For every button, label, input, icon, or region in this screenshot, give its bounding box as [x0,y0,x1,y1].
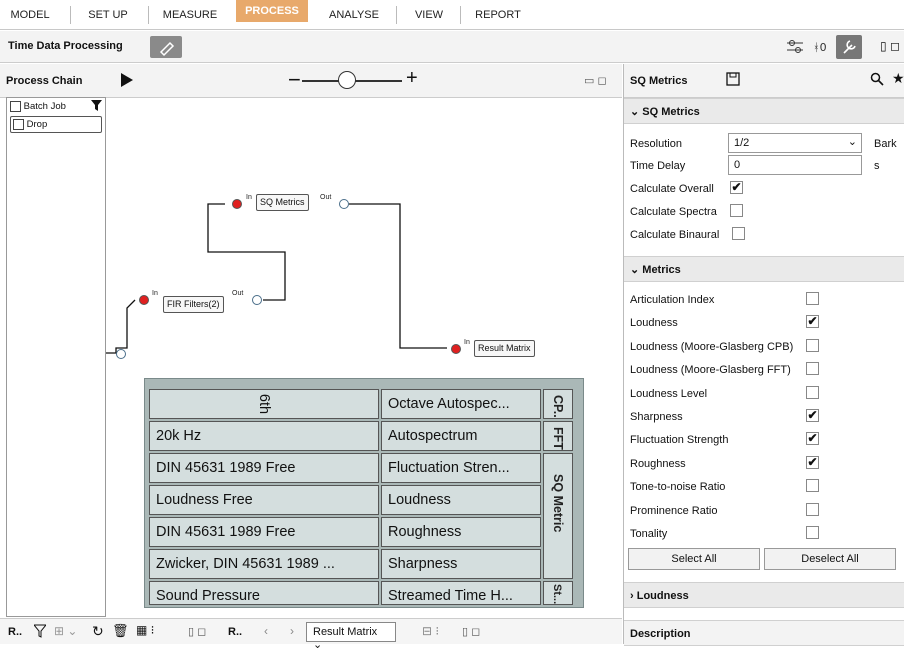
port-out-label: Out [232,290,244,297]
pane-restore-icon[interactable]: ▯ ◻ [188,625,206,638]
pin-icon[interactable]: ★ [892,70,904,87]
section-metrics[interactable]: ⌄ Metrics [624,256,904,282]
fir-filters-node[interactable]: FIR Filters(2) [163,296,224,313]
metric-checkbox[interactable]: ✔ [806,315,819,329]
grid-settings-icon[interactable]: ⊞ ⌄ [54,624,77,638]
next-icon[interactable]: › [290,624,294,638]
metric-checkbox[interactable] [806,362,819,376]
wrench-icon[interactable] [836,35,862,59]
metric-label: Loudness Level [630,387,708,400]
pane-restore-icon[interactable]: ▯ ◻ [462,625,480,638]
table-cell[interactable]: Zwicker, DIN 45631 1989 ... [149,549,379,579]
sq-output-dot[interactable] [339,199,349,209]
group-cp: CP.. [543,389,573,419]
calc-spectra-checkbox[interactable] [730,204,743,217]
metric-label: Loudness [630,317,678,330]
sq-input-dot[interactable] [232,199,242,209]
metric-checkbox[interactable] [806,526,819,539]
fir-input-dot[interactable] [139,295,149,305]
table-cell[interactable]: DIN 45631 1989 Free [149,453,379,483]
qr-icon[interactable]: ▦ ⁝ [136,623,155,637]
port-in-label: In [464,339,470,346]
table-cell[interactable]: Loudness Free [149,485,379,515]
table-cell[interactable]: 6th [149,389,379,419]
description-header[interactable]: Description [624,620,904,646]
properties-panel: SQ Metrics ★ ⌄ SQ Metrics Resolution 1/2… [623,64,904,646]
channel-icon[interactable]: ᚼ0 [812,38,830,59]
save-icon[interactable] [726,72,740,89]
result-matrix-select[interactable]: Result Matrix ⌄ [306,622,396,651]
group-sq-metric: SQ Metric [543,453,573,579]
metric-checkbox[interactable]: ✔ [806,432,819,446]
group-fft: FFT [543,421,573,451]
table-cell[interactable]: Streamed Time H... [381,581,541,605]
pane-restore-icon[interactable]: ▯ ◻ [880,39,900,53]
metric-checkbox[interactable] [806,385,819,399]
result-table: 6th Octave Autospec... 20k Hz Autospectr… [144,378,584,608]
calc-spectra-label: Calculate Spectra [630,206,717,218]
table-cell[interactable]: Sound Pressure [149,581,379,605]
time-delay-unit: s [874,160,880,172]
metric-label: Prominence Ratio [630,504,718,517]
metric-label: Roughness [630,457,686,470]
metric-label: Loudness (Moore-Glasberg CPB) [630,340,794,353]
metric-label: Sharpness [630,411,683,423]
time-delay-label: Time Delay [630,160,686,172]
resolution-select[interactable]: 1/2 ⌄ [728,133,862,153]
metric-checkbox[interactable] [806,338,819,352]
delete-icon[interactable]: 🗑 [112,623,129,639]
settings-toggle-icon[interactable] [786,38,804,59]
refresh-icon[interactable]: ↻ [92,623,104,640]
port-in-label: In [152,290,158,297]
group-st: St... [543,581,573,605]
section-loudness[interactable]: › Loudness [624,582,904,608]
section-sq-metrics[interactable]: ⌄ SQ Metrics [624,98,904,124]
sq-metrics-node[interactable]: SQ Metrics [256,194,309,211]
metric-checkbox[interactable]: ✔ [806,409,819,422]
table-cell[interactable]: DIN 45631 1989 Free [149,517,379,547]
metric-label: Articulation Index [630,294,715,306]
svg-text:ᚼ0: ᚼ0 [813,41,827,54]
export-icon[interactable]: ⊟ ⁝ [422,624,439,638]
metric-label: Tonality [630,528,668,540]
table-cell[interactable]: Fluctuation Stren... [381,453,541,483]
metric-checkbox[interactable] [806,479,819,493]
resolution-label: Resolution [630,138,682,150]
calc-binaural-label: Calculate Binaural [630,229,720,241]
metric-checkbox[interactable]: ✔ [806,455,819,469]
search-icon[interactable] [870,72,884,89]
fir-output-dot[interactable] [252,295,262,305]
prev-icon[interactable]: ‹ [264,624,268,638]
calc-overall-checkbox[interactable]: ✔ [730,181,743,194]
result-input-dot[interactable] [451,344,461,354]
r-label: R.. [228,626,243,638]
chevron-down-icon: ⌄ [847,136,857,148]
deselect-all-button[interactable]: Deselect All [764,548,896,570]
input-port[interactable] [116,349,126,359]
time-delay-input[interactable]: 0 [728,155,862,175]
table-cell[interactable]: Loudness [381,485,541,515]
metric-label: Tone-to-noise Ratio [630,481,726,494]
table-cell[interactable]: Octave Autospec... [381,389,541,419]
table-cell[interactable]: Autospectrum [381,421,541,451]
panel-title: SQ Metrics [630,75,688,87]
result-matrix-node[interactable]: Result Matrix [474,340,535,357]
metric-label: Fluctuation Strength [630,434,729,447]
select-all-button[interactable]: Select All [628,548,760,570]
table-cell[interactable]: 20k Hz [149,421,379,451]
port-in-label: In [246,194,252,201]
metric-checkbox[interactable] [806,292,819,305]
table-cell[interactable]: Roughness [381,517,541,547]
table-cell[interactable]: Sharpness [381,549,541,579]
port-out-label: Out [320,194,332,201]
metric-checkbox[interactable] [806,502,819,516]
resolution-unit: Bark [874,138,897,150]
calc-overall-label: Calculate Overall [630,183,714,195]
filter-icon[interactable] [32,624,48,641]
bottom-toolbar: R.. ⊞ ⌄ ↻ 🗑 ▦ ⁝ ▯ ◻ R.. ‹ › Result Matri… [0,618,622,651]
r-label: R.. [8,626,23,638]
calc-binaural-checkbox[interactable] [732,227,745,240]
metric-label: Loudness (Moore-Glasberg FFT) [630,364,791,377]
